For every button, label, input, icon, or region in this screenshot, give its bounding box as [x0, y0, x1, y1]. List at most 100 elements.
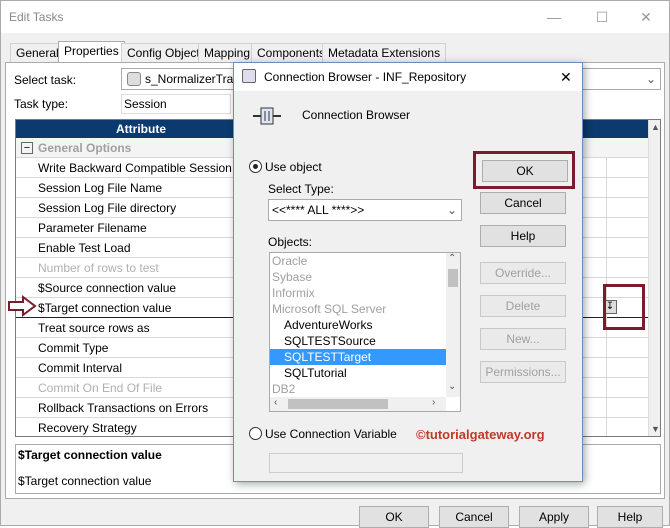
delete-button[interactable]: Delete [480, 295, 566, 317]
grid-row-label: Number of rows to test [38, 261, 159, 275]
connection-browser-dialog: Connection Browser - INF_Repository ✕ Co… [233, 62, 583, 482]
objects-list-item[interactable]: Informix [270, 285, 446, 301]
grid-row-label: Write Backward Compatible Session Log [38, 161, 256, 175]
window-title: Edit Tasks [9, 10, 64, 24]
use-variable-radio[interactable] [249, 427, 262, 440]
permissions-button[interactable]: Permissions... [480, 361, 566, 383]
group-label: General Options [38, 141, 132, 155]
apply-button[interactable]: Apply [519, 506, 589, 528]
scroll-left-icon[interactable]: ‹ [274, 397, 277, 408]
override-button[interactable]: Override... [480, 262, 566, 284]
objects-list-item[interactable]: Sybase [270, 269, 446, 285]
dialog-heading: Connection Browser [302, 108, 411, 122]
scroll-up-icon[interactable]: ⌃ [448, 253, 456, 264]
grid-header-attribute: Attribute [116, 122, 166, 136]
cancel-button[interactable]: Cancel [439, 506, 509, 528]
grid-row-value[interactable] [606, 338, 648, 358]
select-type-label: Select Type: [268, 182, 334, 196]
grid-row-value[interactable] [606, 398, 648, 418]
grid-row-value[interactable] [606, 378, 648, 398]
arrow-indicator-icon [7, 295, 37, 317]
dialog-title-bar: Connection Browser - INF_Repository ✕ [234, 63, 582, 91]
use-variable-label: Use Connection Variable [265, 427, 397, 441]
list-hscrollbar[interactable]: ‹ › [270, 397, 446, 411]
dialog-cancel-button[interactable]: Cancel [480, 192, 566, 214]
scroll-up-icon[interactable]: ▲ [651, 122, 660, 132]
tab-mapping[interactable]: Mapping [198, 43, 257, 62]
tab-components[interactable]: Components [251, 43, 332, 62]
objects-list-item[interactable]: SQLTutorial [270, 365, 446, 381]
maximize-button[interactable]: ☐ [579, 1, 625, 33]
grid-row-label: Session Log File Name [38, 181, 163, 195]
description-text: $Target connection value [18, 474, 152, 488]
task-type-label: Task type: [14, 97, 69, 111]
connection-variable-field[interactable] [269, 453, 463, 473]
grid-row-value[interactable] [606, 358, 648, 378]
help-button[interactable]: Help [597, 506, 663, 528]
grid-row-value[interactable] [606, 178, 648, 198]
collapse-icon[interactable]: − [21, 142, 33, 154]
grid-row-label: Session Log File directory [38, 201, 177, 215]
close-button[interactable]: ✕ [623, 1, 669, 33]
chevron-down-icon: ⌄ [646, 72, 657, 86]
use-object-radio[interactable] [249, 160, 262, 173]
tab-config-object[interactable]: Config Object [121, 43, 206, 62]
use-object-label: Use object [265, 160, 322, 174]
select-task-value: s_NormalizerTran [145, 72, 240, 86]
task-type-value: Session [124, 97, 167, 111]
app-icon [242, 69, 256, 83]
grid-row-value[interactable] [606, 238, 648, 258]
description-title: $Target connection value [18, 448, 162, 462]
scroll-down-icon[interactable]: ⌄ [448, 381, 456, 392]
grid-row-label: Parameter Filename [38, 221, 147, 235]
objects-list-item[interactable]: Microsoft SQL Server [270, 301, 446, 317]
dialog-help-button[interactable]: Help [480, 225, 566, 247]
grid-row-label: Enable Test Load [38, 241, 131, 255]
scroll-thumb[interactable] [448, 269, 458, 287]
highlight-browse-button [603, 284, 645, 330]
objects-list-item[interactable]: DB2 [270, 381, 446, 397]
grid-row-label: Rollback Transactions on Errors [38, 401, 209, 415]
objects-list-item[interactable]: SQLTESTTarget [270, 349, 446, 365]
highlight-ok-button [473, 151, 575, 189]
grid-row-value[interactable] [606, 158, 648, 178]
grid-row-value[interactable] [606, 258, 648, 278]
grid-row-label: Treat source rows as [38, 321, 150, 335]
tab-metadata-extensions[interactable]: Metadata Extensions [322, 43, 447, 62]
dialog-close-button[interactable]: ✕ [560, 69, 572, 86]
grid-row-label: Commit Interval [38, 361, 123, 375]
ok-button[interactable]: OK [359, 506, 429, 528]
watermark: ©tutorialgateway.org [416, 427, 545, 442]
objects-label: Objects: [268, 235, 313, 249]
radio-dot [253, 164, 258, 169]
task-type-field: Session [121, 94, 231, 114]
session-icon [127, 72, 141, 86]
minimize-button[interactable]: — [531, 1, 577, 33]
objects-list[interactable]: Oracle Sybase Informix Microsoft SQL Server… [269, 252, 461, 412]
select-type-dropdown[interactable]: <<**** ALL ****>> ⌄ [268, 199, 462, 221]
chevron-down-icon: ⌄ [447, 203, 458, 217]
grid-row-label: $Source connection value [38, 281, 177, 295]
grid-row-value[interactable] [606, 418, 648, 436]
dialog-title: Connection Browser - INF_Repository [264, 70, 467, 84]
objects-list-item[interactable]: AdventureWorks [270, 317, 446, 333]
grid-row-value[interactable] [606, 198, 648, 218]
grid-row-label: $Target connection value [38, 301, 172, 315]
tab-properties[interactable]: Properties [58, 41, 125, 63]
grid-row-label: Recovery Strategy [38, 421, 137, 435]
scroll-down-icon[interactable]: ▼ [651, 424, 660, 434]
grid-scrollbar[interactable]: ▲ ▼ [648, 120, 660, 436]
connection-plug-icon [252, 105, 282, 127]
objects-list-item[interactable]: SQLTESTSource [270, 333, 446, 349]
new-button[interactable]: New... [480, 328, 566, 350]
scroll-right-icon[interactable]: › [432, 397, 435, 408]
select-task-label: Select task: [14, 73, 77, 87]
grid-row-value[interactable] [606, 218, 648, 238]
objects-list-item[interactable]: Oracle [270, 253, 446, 269]
title-bar: Edit Tasks — ☐ ✕ [1, 1, 669, 33]
tab-general[interactable]: General [10, 43, 65, 62]
list-vscrollbar[interactable]: ⌃ ⌄ [446, 253, 460, 397]
hscroll-thumb[interactable] [288, 399, 388, 409]
grid-row-label: Commit On End Of File [38, 381, 163, 395]
grid-row-label: Commit Type [38, 341, 109, 355]
